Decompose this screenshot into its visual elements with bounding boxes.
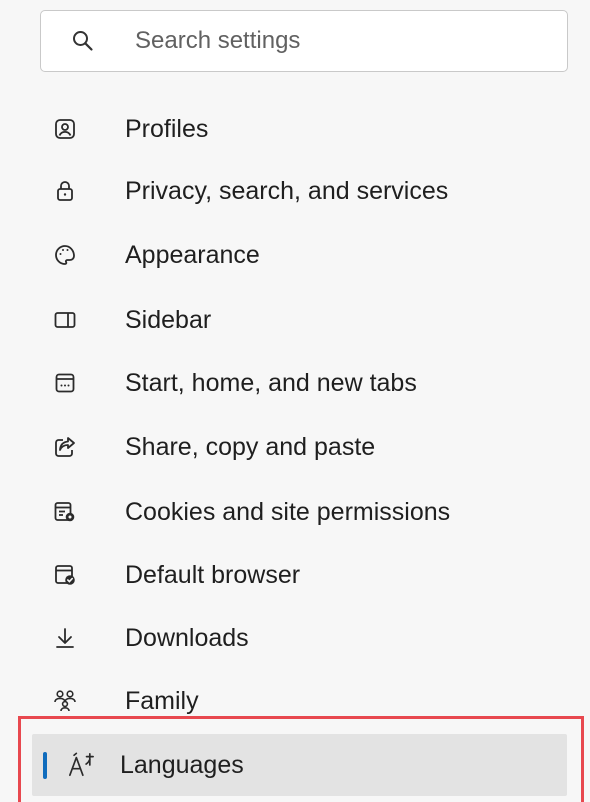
palette-icon [52, 242, 78, 268]
sidebar-item-label: Downloads [125, 623, 249, 652]
profile-icon [52, 116, 78, 142]
sidebar-item-share[interactable]: Share, copy and paste [52, 422, 582, 472]
sidebar-item-profiles[interactable]: Profiles [52, 104, 582, 154]
sidebar-item-appearance[interactable]: Appearance [52, 230, 582, 280]
sidebar-item-label: Start, home, and new tabs [125, 368, 417, 397]
download-icon [52, 625, 78, 651]
home-tabs-icon [52, 370, 78, 396]
sidebar-item-label: Languages [120, 750, 244, 779]
sidebar-item-languages[interactable]: Languages [32, 734, 567, 796]
sidebar-icon [52, 307, 78, 333]
languages-icon [68, 752, 94, 778]
sidebar-item-label: Privacy, search, and services [125, 176, 449, 205]
sidebar-item-cookies[interactable]: Cookies and site permissions [52, 487, 582, 537]
sidebar-item-family[interactable]: Family [52, 676, 582, 726]
sidebar-item-default-browser[interactable]: Default browser [52, 550, 582, 600]
sidebar-item-label: Share, copy and paste [125, 432, 376, 461]
sidebar-item-start-home[interactable]: Start, home, and new tabs [52, 358, 582, 408]
cookies-permissions-icon [52, 499, 78, 525]
sidebar-item-privacy[interactable]: Privacy, search, and services [52, 166, 582, 216]
sidebar-item-downloads[interactable]: Downloads [52, 613, 582, 663]
share-icon [52, 434, 78, 460]
search-input[interactable] [135, 27, 515, 55]
family-icon [52, 688, 78, 714]
sidebar-item-label: Default browser [125, 560, 301, 589]
sidebar-item-label: Appearance [125, 240, 260, 269]
lock-icon [52, 178, 78, 204]
sidebar-item-label: Profiles [125, 114, 209, 143]
sidebar-item-sidebar[interactable]: Sidebar [52, 295, 582, 345]
search-box[interactable] [40, 10, 568, 72]
sidebar-item-label: Family [125, 686, 199, 715]
default-browser-icon [52, 562, 78, 588]
sidebar-item-label: Sidebar [125, 305, 212, 334]
sidebar-item-label: Cookies and site permissions [125, 497, 451, 526]
selected-indicator [43, 752, 47, 779]
search-icon [71, 29, 95, 53]
